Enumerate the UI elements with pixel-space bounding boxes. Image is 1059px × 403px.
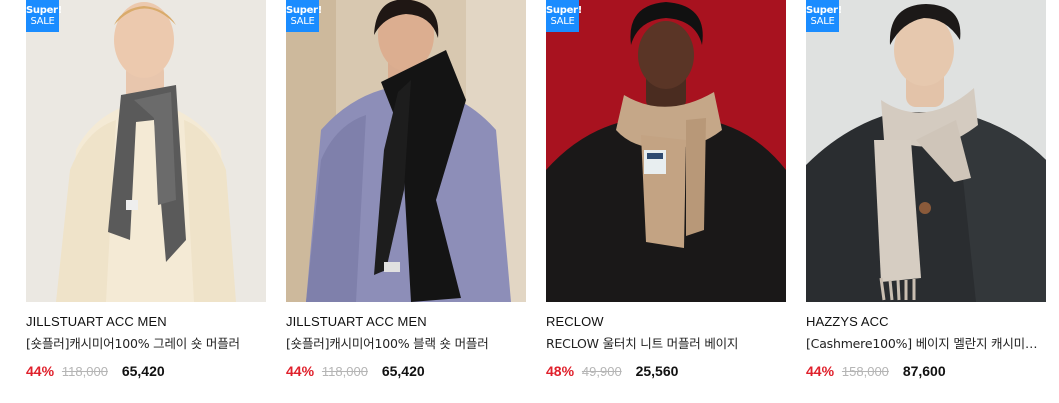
super-sale-badge: Super! SALE [26,0,62,32]
sale-price: 87,600 [902,363,946,379]
product-brand[interactable]: HAZZYS ACC [806,314,1046,330]
product-image[interactable]: Super! SALE [286,0,526,302]
discount-rate: 44% [806,363,835,379]
product-name[interactable]: RECLOW 울터치 니트 머플러 베이지 [546,336,786,352]
product-grid: Super! SALE JILLSTUART ACC MEN [숏플러]캐시미어… [0,0,1059,403]
product-image[interactable]: Super! SALE [26,0,266,302]
super-sale-badge: Super! SALE [806,0,842,32]
super-sale-badge: Super! SALE [286,0,322,32]
product-photo [286,0,526,302]
discount-rate: 44% [26,363,55,379]
product-photo [806,0,1046,302]
price-row: 44% 118,000 65,420 [26,363,266,380]
sale-price: 25,560 [635,363,679,379]
discount-rate: 48% [546,363,575,379]
product-card[interactable]: Super! SALE HAZZYS ACC [Cashmere100%] 베이… [806,0,1046,380]
product-card[interactable]: Super! SALE JILLSTUART ACC MEN [숏플러]캐시미어… [286,0,526,380]
product-photo [546,0,786,302]
original-price: 158,000 [841,364,889,379]
original-price: 118,000 [321,364,368,379]
product-photo [26,0,266,302]
product-name[interactable]: [Cashmere100%] 베이지 멜란지 캐시미어 머플러 [806,336,1046,352]
product-brand[interactable]: JILLSTUART ACC MEN [286,314,526,330]
product-card[interactable]: Super! SALE JILLSTUART ACC MEN [숏플러]캐시미어… [26,0,266,380]
product-image[interactable]: Super! SALE [546,0,786,302]
price-row: 48% 49,900 25,560 [546,363,786,380]
original-price: 118,000 [61,364,108,379]
product-card[interactable]: Super! SALE RECLOW RECLOW 울터치 니트 머플러 베이지… [546,0,786,380]
product-name[interactable]: [숏플러]캐시미어100% 그레이 숏 머플러 [26,336,266,352]
original-price: 49,900 [581,364,622,379]
sale-price: 65,420 [381,363,425,379]
super-sale-badge: Super! SALE [546,0,582,32]
price-row: 44% 118,000 65,420 [286,363,526,380]
sale-price: 65,420 [121,363,165,379]
price-row: 44% 158,000 87,600 [806,363,1046,380]
product-brand[interactable]: RECLOW [546,314,786,330]
discount-rate: 44% [286,363,315,379]
product-brand[interactable]: JILLSTUART ACC MEN [26,314,266,330]
product-name[interactable]: [숏플러]캐시미어100% 블랙 숏 머플러 [286,336,526,352]
product-image[interactable]: Super! SALE [806,0,1046,302]
